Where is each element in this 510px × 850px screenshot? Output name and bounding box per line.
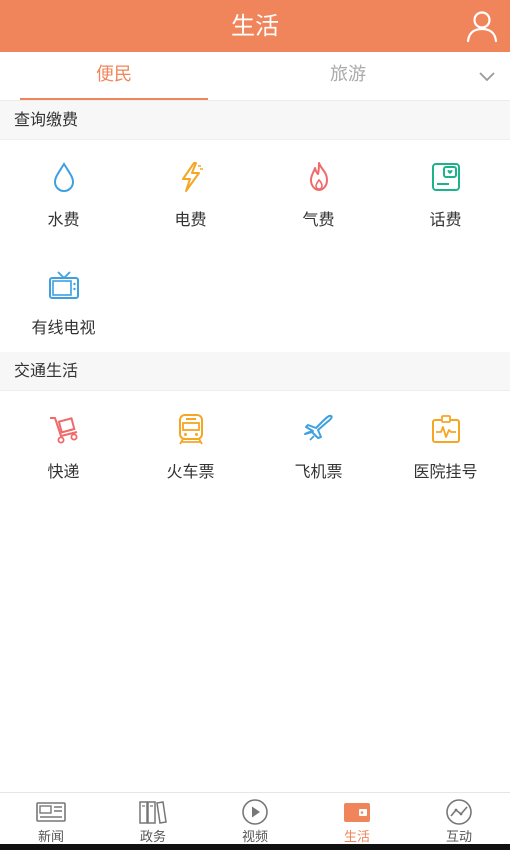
service-item-phone[interactable]: 话费 [382, 140, 509, 244]
nav-item-life[interactable]: 生活 [306, 793, 408, 845]
service-item-express[interactable]: 快递 [0, 392, 127, 496]
service-label: 飞机票 [294, 462, 343, 481]
active-tab-indicator [20, 98, 208, 100]
tab-bianmin[interactable]: 便民 [20, 52, 208, 100]
system-bottom-bar [0, 844, 510, 850]
water-drop-icon [53, 162, 75, 193]
service-item-cable-tv[interactable]: 有线电视 [0, 248, 127, 352]
nav-label: 新闻 [37, 830, 64, 845]
section-header-query-pay: 查询缴费 [0, 101, 510, 140]
tab-lvyou[interactable]: 旅游 [252, 52, 444, 100]
service-item-water[interactable]: 水费 [0, 140, 127, 244]
service-item-electricity[interactable]: 电费 [127, 140, 254, 244]
wallet-icon [344, 803, 370, 822]
nav-label: 视频 [241, 830, 268, 845]
service-label: 火车票 [166, 462, 215, 481]
user-profile-icon[interactable] [464, 8, 500, 44]
service-label: 气费 [302, 210, 335, 229]
service-label: 有线电视 [31, 318, 96, 337]
service-item-hospital-registration[interactable]: 医院挂号 [382, 392, 509, 496]
service-label: 快递 [47, 462, 80, 481]
chevron-down-icon[interactable] [478, 69, 496, 83]
train-icon [179, 414, 203, 445]
page-title: 生活 [231, 12, 279, 40]
flame-icon [310, 162, 328, 191]
section-header-transport-life: 交通生活 [0, 352, 510, 391]
nav-item-news[interactable]: 新闻 [0, 793, 102, 845]
section-title: 交通生活 [14, 361, 79, 380]
service-label: 水费 [47, 210, 80, 229]
service-item-flight-ticket[interactable]: 飞机票 [255, 392, 382, 496]
app-header: 生活 [0, 0, 510, 52]
airplane-icon [304, 414, 333, 441]
binders-icon [139, 801, 167, 824]
service-label: 医院挂号 [413, 462, 478, 481]
hospital-monitor-icon [432, 415, 460, 443]
nav-item-interaction[interactable]: 互动 [408, 793, 510, 845]
nav-item-video[interactable]: 视频 [204, 793, 306, 845]
top-tab-bar: 便民 旅游 [0, 52, 510, 101]
bottom-navigation: 新闻 政务 视频 生活 互动 [0, 792, 510, 845]
chart-circle-icon [446, 799, 472, 825]
newspaper-icon [36, 802, 66, 822]
play-circle-icon [242, 799, 268, 825]
nav-item-government[interactable]: 政务 [102, 793, 204, 845]
nav-label: 互动 [445, 830, 472, 845]
service-item-gas[interactable]: 气费 [255, 140, 382, 244]
delivery-cart-icon [50, 417, 78, 444]
nav-label: 政务 [139, 830, 166, 845]
service-item-train-ticket[interactable]: 火车票 [127, 392, 254, 496]
nav-label: 生活 [343, 830, 370, 845]
tv-icon [49, 271, 79, 299]
lightning-icon [182, 162, 203, 192]
phone-bill-icon [432, 163, 460, 191]
section-title: 查询缴费 [14, 110, 79, 129]
service-label: 电费 [174, 210, 207, 229]
service-label: 话费 [429, 210, 462, 229]
